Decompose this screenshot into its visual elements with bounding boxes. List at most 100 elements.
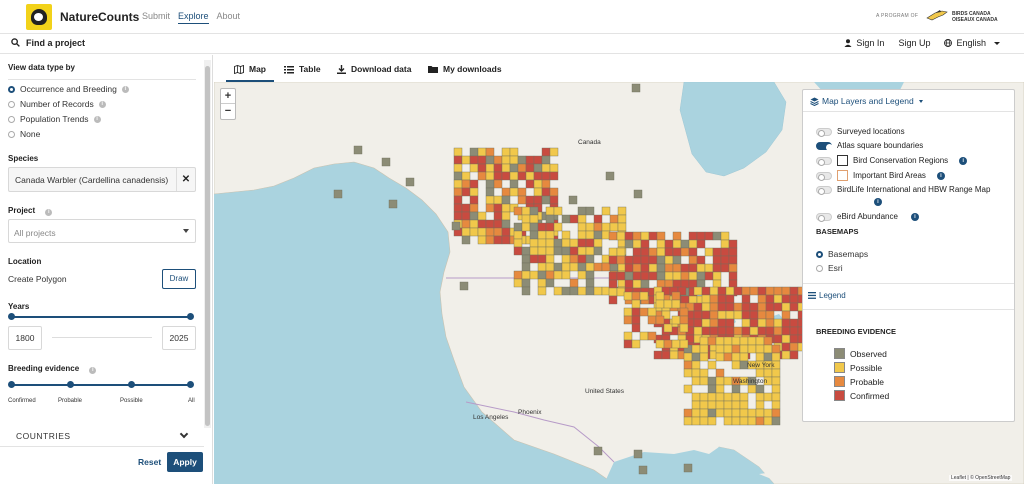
atlas-square[interactable]	[577, 286, 587, 296]
atlas-square[interactable]	[631, 299, 641, 309]
atlas-square[interactable]	[517, 163, 527, 173]
breeding-stop-confirmed[interactable]	[8, 381, 15, 388]
atlas-square[interactable]	[661, 350, 671, 360]
atlas-square[interactable]	[577, 230, 587, 240]
atlas-square[interactable]	[701, 310, 711, 320]
atlas-square[interactable]	[763, 352, 773, 362]
atlas-square[interactable]	[501, 155, 511, 165]
atlas-square[interactable]	[715, 392, 725, 402]
atlas-square[interactable]	[696, 271, 706, 281]
atlas-square[interactable]	[469, 147, 479, 157]
atlas-square[interactable]	[545, 262, 555, 272]
atlas-square[interactable]	[631, 339, 641, 349]
atlas-square[interactable]	[541, 155, 551, 165]
atlas-square[interactable]	[701, 302, 711, 312]
atlas-square[interactable]	[485, 179, 495, 189]
atlas-square[interactable]	[624, 231, 634, 241]
atlas-square[interactable]	[633, 189, 643, 199]
atlas-square[interactable]	[617, 214, 627, 224]
atlas-square[interactable]	[683, 463, 693, 473]
info-icon[interactable]: i	[936, 171, 945, 180]
birds-canada-logo[interactable]: BIRDS CANADA OISEAUX CANADA	[924, 6, 1014, 28]
atlas-square[interactable]	[715, 344, 725, 354]
atlas-square[interactable]	[453, 203, 463, 213]
atlas-square[interactable]	[655, 315, 665, 325]
atlas-square[interactable]	[781, 326, 791, 336]
atlas-square[interactable]	[683, 352, 693, 362]
atlas-square[interactable]	[545, 206, 555, 216]
draw-button[interactable]: Draw	[162, 269, 196, 289]
atlas-square[interactable]	[601, 262, 611, 272]
atlas-square[interactable]	[688, 239, 698, 249]
atlas-square[interactable]	[715, 384, 725, 394]
atlas-square[interactable]	[509, 179, 519, 189]
atlas-square[interactable]	[691, 360, 701, 370]
atlas-square[interactable]	[731, 384, 741, 394]
atlas-square[interactable]	[631, 315, 641, 325]
atlas-square[interactable]	[680, 279, 690, 289]
radio-number-of-records[interactable]: Number of Records i	[8, 99, 106, 109]
atlas-square[interactable]	[763, 336, 773, 346]
atlas-square[interactable]	[553, 222, 563, 232]
atlas-square[interactable]	[624, 239, 634, 249]
atlas-square[interactable]	[701, 294, 711, 304]
atlas-square[interactable]	[631, 83, 641, 93]
atlas-square[interactable]	[789, 326, 799, 336]
atlas-square[interactable]	[691, 352, 701, 362]
toggle-switch[interactable]	[816, 127, 832, 137]
atlas-square[interactable]	[640, 255, 650, 265]
atlas-square[interactable]	[781, 342, 791, 352]
atlas-square[interactable]	[549, 163, 559, 173]
atlas-square[interactable]	[525, 195, 535, 205]
atlas-square[interactable]	[671, 299, 681, 309]
atlas-square[interactable]	[707, 360, 717, 370]
atlas-square[interactable]	[533, 195, 543, 205]
atlas-square[interactable]	[601, 222, 611, 232]
atlas-square[interactable]	[513, 270, 523, 280]
atlas-square[interactable]	[469, 195, 479, 205]
atlas-square[interactable]	[707, 400, 717, 410]
info-icon[interactable]: i	[910, 212, 919, 221]
atlas-square[interactable]	[517, 171, 527, 181]
atlas-square[interactable]	[537, 238, 547, 248]
atlas-square[interactable]	[672, 255, 682, 265]
atlas-square[interactable]	[461, 171, 471, 181]
atlas-square[interactable]	[683, 416, 693, 426]
toggle-switch[interactable]	[816, 141, 833, 151]
chevron-down-icon[interactable]	[179, 429, 189, 439]
atlas-square[interactable]	[640, 247, 650, 257]
atlas-square[interactable]	[633, 449, 643, 459]
atlas-square[interactable]	[757, 326, 767, 336]
atlas-square[interactable]	[691, 368, 701, 378]
atlas-square[interactable]	[617, 222, 627, 232]
atlas-square[interactable]	[501, 203, 511, 213]
atlas-square[interactable]	[648, 247, 658, 257]
atlas-square[interactable]	[733, 286, 743, 296]
legend-toggle[interactable]: Legend	[808, 291, 846, 300]
atlas-square[interactable]	[461, 187, 471, 197]
atlas-square[interactable]	[739, 344, 749, 354]
atlas-square[interactable]	[688, 263, 698, 273]
atlas-square[interactable]	[755, 344, 765, 354]
atlas-square[interactable]	[707, 336, 717, 346]
atlas-square[interactable]	[696, 255, 706, 265]
atlas-square[interactable]	[749, 310, 759, 320]
atlas-square[interactable]	[477, 147, 487, 157]
atlas-square[interactable]	[765, 318, 775, 328]
atlas-square[interactable]	[623, 331, 633, 341]
atlas-square[interactable]	[749, 302, 759, 312]
atlas-square[interactable]	[771, 400, 781, 410]
atlas-square[interactable]	[671, 291, 681, 301]
atlas-square[interactable]	[720, 263, 730, 273]
atlas-square[interactable]	[593, 286, 603, 296]
atlas-square[interactable]	[723, 376, 733, 386]
atlas-square[interactable]	[704, 231, 714, 241]
atlas-square[interactable]	[561, 270, 571, 280]
atlas-square[interactable]	[664, 271, 674, 281]
atlas-square[interactable]	[656, 263, 666, 273]
atlas-square[interactable]	[679, 307, 689, 317]
atlas-square[interactable]	[501, 211, 511, 221]
atlas-square[interactable]	[728, 271, 738, 281]
atlas-square[interactable]	[569, 278, 579, 288]
atlas-square[interactable]	[353, 145, 363, 155]
